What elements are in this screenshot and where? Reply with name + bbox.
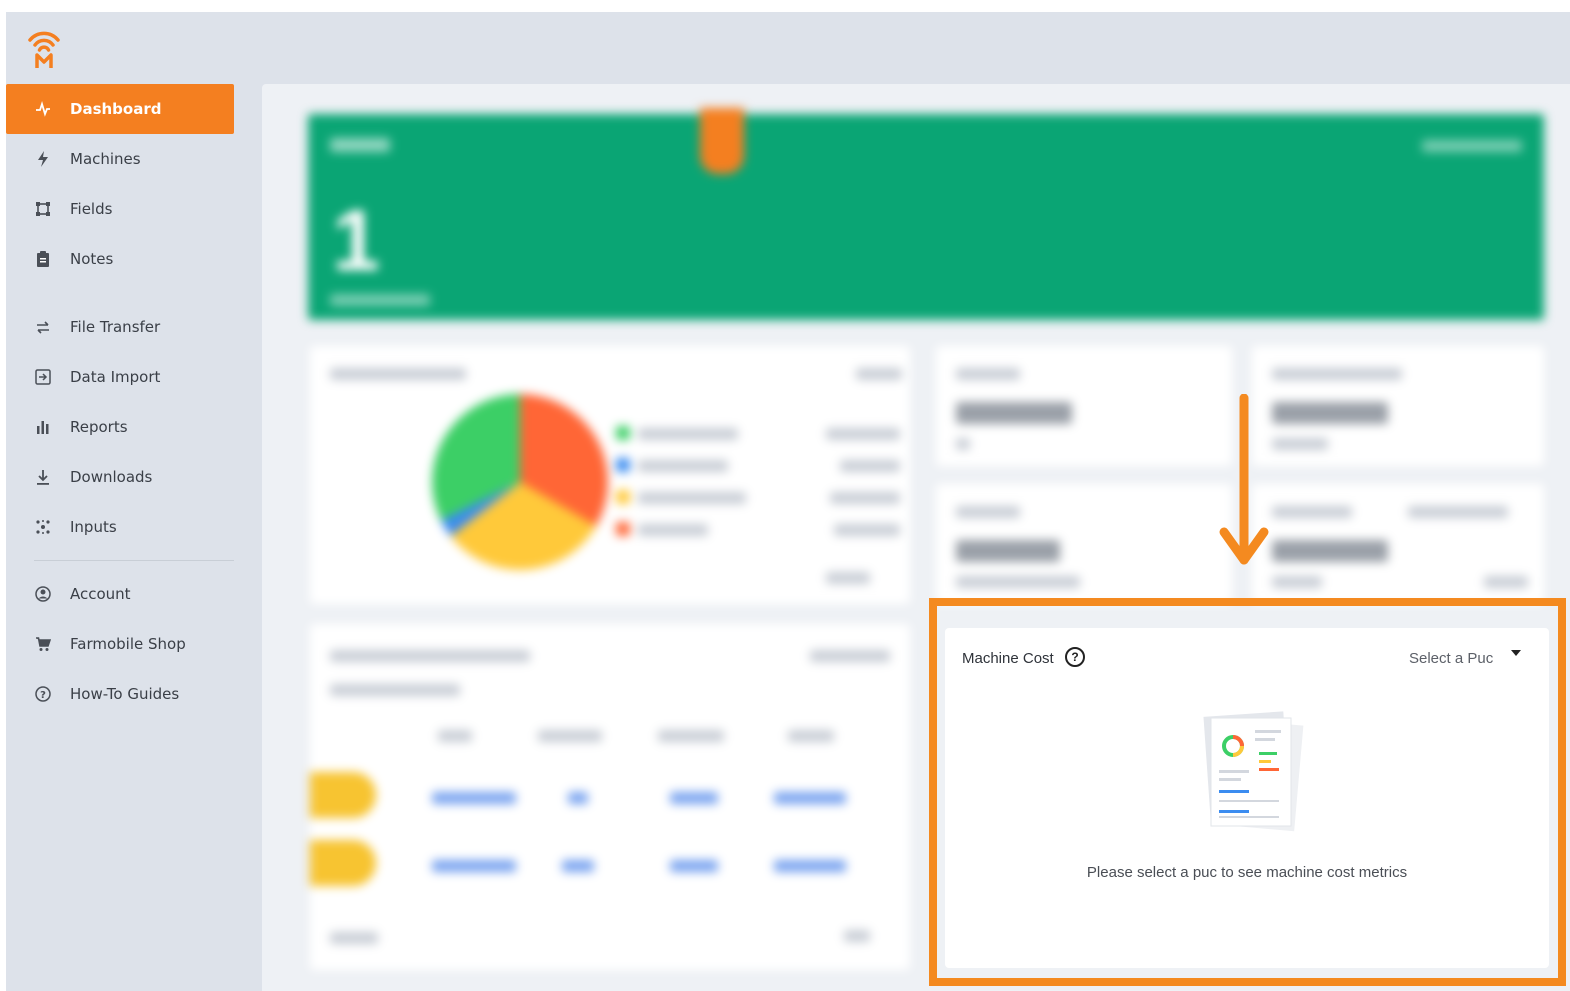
sidebar-divider <box>34 560 234 561</box>
sidebar-item-label: File Transfer <box>70 318 161 336</box>
sidebar-item-label: How-To Guides <box>70 685 180 703</box>
sidebar-item-data-import[interactable]: Data Import <box>6 352 234 402</box>
sidebar-item-file-transfer[interactable]: File Transfer <box>6 302 234 352</box>
sidebar-item-label: Fields <box>70 200 113 218</box>
sidebar-item-dashboard[interactable]: Dashboard <box>6 84 234 134</box>
report-illustration-icon <box>1203 711 1304 832</box>
completed-acres-card <box>1252 346 1544 466</box>
sidebar-item-farmobile-shop[interactable]: Farmobile Shop <box>6 619 234 669</box>
machine-cost-card: Machine Cost ? Select a Puc Please selec… <box>945 628 1549 968</box>
activity-icon <box>34 100 52 118</box>
bolt-icon <box>34 150 52 168</box>
online-count: 1 <box>332 193 380 289</box>
import-icon <box>34 368 52 386</box>
fuel-usage-card <box>1252 484 1544 604</box>
idle-time-card <box>936 484 1232 604</box>
utilization-pie <box>432 394 608 570</box>
help-icon[interactable]: ? <box>1065 647 1085 667</box>
sidebar-item-label: Reports <box>70 418 128 436</box>
sidebar-item-machines[interactable]: Machines <box>6 134 234 184</box>
bar-chart-icon <box>34 418 52 436</box>
download-icon <box>34 468 52 486</box>
sidebar-item-label: Inputs <box>70 518 117 536</box>
inputs-icon <box>34 518 52 536</box>
sidebar-item-label: Account <box>70 585 131 603</box>
sidebar-item-notes[interactable]: Notes <box>6 234 234 284</box>
completion-progress-card <box>310 624 910 970</box>
banner-tab[interactable] <box>700 108 744 174</box>
sidebar-item-fields[interactable]: Fields <box>6 184 234 234</box>
account-icon <box>34 585 52 603</box>
sidebar-item-label: Data Import <box>70 368 161 386</box>
sidebar-item-label: Dashboard <box>70 100 162 118</box>
sidebar-item-label: Machines <box>70 150 141 168</box>
sidebar-item-how-to-guides[interactable]: ? How-To Guides <box>6 669 234 719</box>
arrow-down-icon <box>1219 394 1269 565</box>
machine-cost-highlight: Machine Cost ? Select a Puc Please selec… <box>929 598 1566 986</box>
sidebar-item-label: Downloads <box>70 468 153 486</box>
cart-icon <box>34 635 52 653</box>
puc-select[interactable]: Select a Puc <box>1409 650 1493 667</box>
help-icon: ? <box>34 685 52 703</box>
sidebar-item-label: Farmobile Shop <box>70 635 186 653</box>
field-icon <box>34 200 52 218</box>
transfer-icon <box>34 318 52 336</box>
sidebar-item-label: Notes <box>70 250 114 268</box>
sidebar-item-inputs[interactable]: Inputs <box>6 502 234 552</box>
sidebar-nav: Dashboard Machines Fields Notes File Tra… <box>6 84 234 719</box>
sidebar-item-reports[interactable]: Reports <box>6 402 234 452</box>
sidebar-item-account[interactable]: Account <box>6 569 234 619</box>
run-time-card <box>936 346 1232 466</box>
machine-cost-title: Machine Cost <box>962 650 1054 667</box>
sidebar-item-downloads[interactable]: Downloads <box>6 452 234 502</box>
clipboard-icon <box>34 250 52 268</box>
online-banner[interactable]: 1 <box>308 114 1544 320</box>
utilization-card <box>310 346 910 604</box>
svg-text:?: ? <box>40 690 46 701</box>
machine-cost-empty-message: Please select a puc to see machine cost … <box>1086 864 1408 881</box>
chevron-down-icon[interactable] <box>1511 650 1521 656</box>
farmobile-logo[interactable] <box>26 28 62 70</box>
